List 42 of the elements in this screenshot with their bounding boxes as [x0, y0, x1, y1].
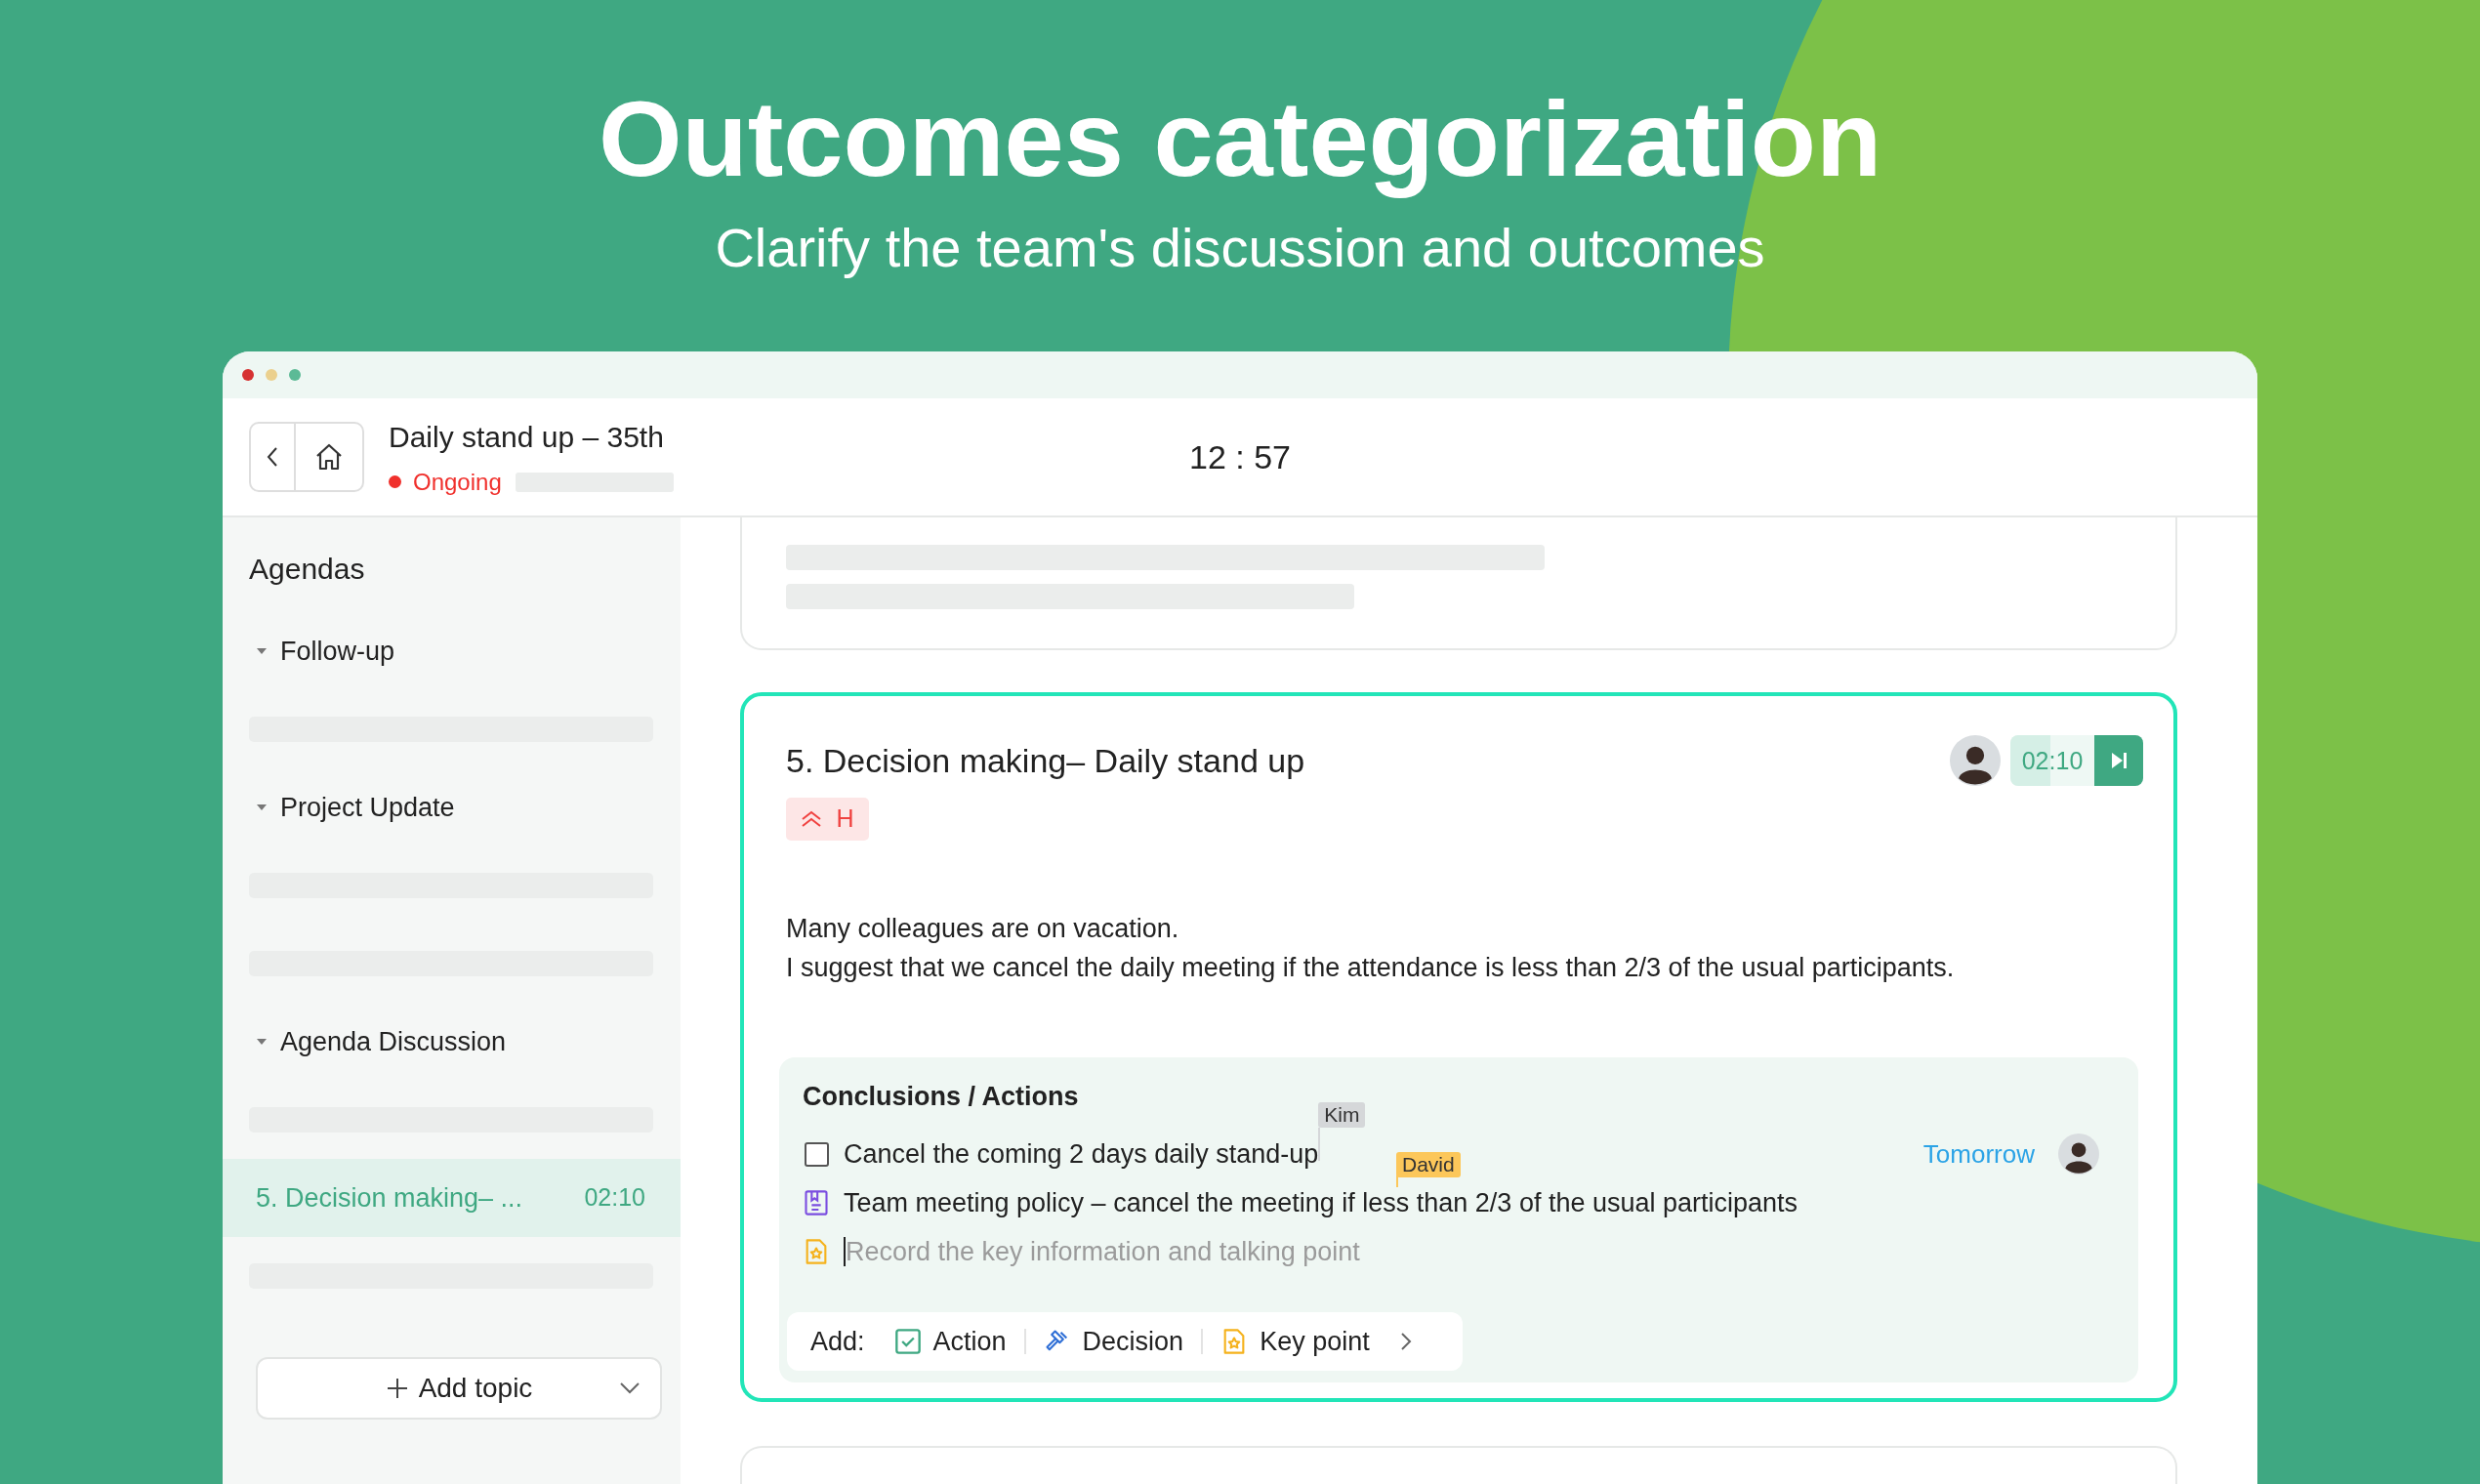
- add-topic-button[interactable]: Add topic: [256, 1357, 662, 1420]
- sidebar-heading: Agendas: [249, 553, 365, 585]
- priority-badge: H: [786, 798, 869, 842]
- checkbox[interactable]: [804, 1141, 829, 1167]
- status-label: Ongoing: [413, 467, 502, 497]
- collaborator-tag: David: [1396, 1151, 1461, 1177]
- plus-icon: [385, 1377, 409, 1400]
- conclusion-text: Cancel the coming 2 days daily stand-up: [844, 1137, 1319, 1171]
- group-label[interactable]: Follow-up: [280, 631, 395, 672]
- key-point-input[interactable]: Record the key information and talking point: [846, 1231, 2099, 1272]
- description-text: I suggest that we cancel the daily meeting if the attendance is less than 2/3 of the usual participants.: [786, 952, 1956, 985]
- avatar: [1950, 735, 2001, 787]
- text-caret: [844, 1237, 846, 1267]
- agenda-title: 5. Decision making– ...: [256, 1181, 523, 1215]
- add-label: Add:: [810, 1325, 865, 1358]
- add-option-button[interactable]: Key point: [1220, 1321, 1370, 1362]
- agenda-duration: 02:10: [584, 1182, 645, 1214]
- avatar: [2058, 1134, 2099, 1175]
- document-icon: [803, 1189, 830, 1217]
- conclusion-text: Team meeting policy – cancel the meeting if less than 2/3 of the usual participants: [844, 1186, 1798, 1219]
- skip-button[interactable]: [2094, 735, 2143, 787]
- add-option-button[interactable]: Decision: [1043, 1321, 1184, 1362]
- collaborator-tag: Kim: [1318, 1102, 1366, 1129]
- chevron-down-icon: [619, 1381, 641, 1395]
- topic-title: 5. Decision making– Daily stand up: [786, 740, 1305, 781]
- checkbox-icon: [893, 1328, 922, 1356]
- headline: Outcomes categorization: [598, 80, 1882, 197]
- add-topic-label: Add topic: [418, 1372, 533, 1405]
- group-label[interactable]: Project Update: [280, 787, 455, 828]
- collaborator-cursor: [1396, 1175, 1398, 1187]
- description-text: Many colleagues are on vacation.: [786, 913, 1180, 946]
- subheadline: Clarify the team's discussion and outcomes: [715, 217, 1765, 279]
- group-label[interactable]: Agenda Discussion: [280, 1021, 507, 1062]
- double-chevron-up-icon: [801, 810, 823, 829]
- timer-value: 02:10: [2020, 746, 2085, 777]
- skip-icon: [2109, 751, 2129, 771]
- back-icon: [266, 445, 279, 469]
- collaborator-cursor: [1318, 1128, 1321, 1162]
- meeting-timer: 12 : 57: [1188, 436, 1292, 477]
- add-option-button[interactable]: Action: [893, 1321, 1007, 1362]
- meeting-title: Daily stand up – 35th: [389, 419, 665, 455]
- conclusions-heading: Conclusions / Actions: [803, 1082, 1079, 1112]
